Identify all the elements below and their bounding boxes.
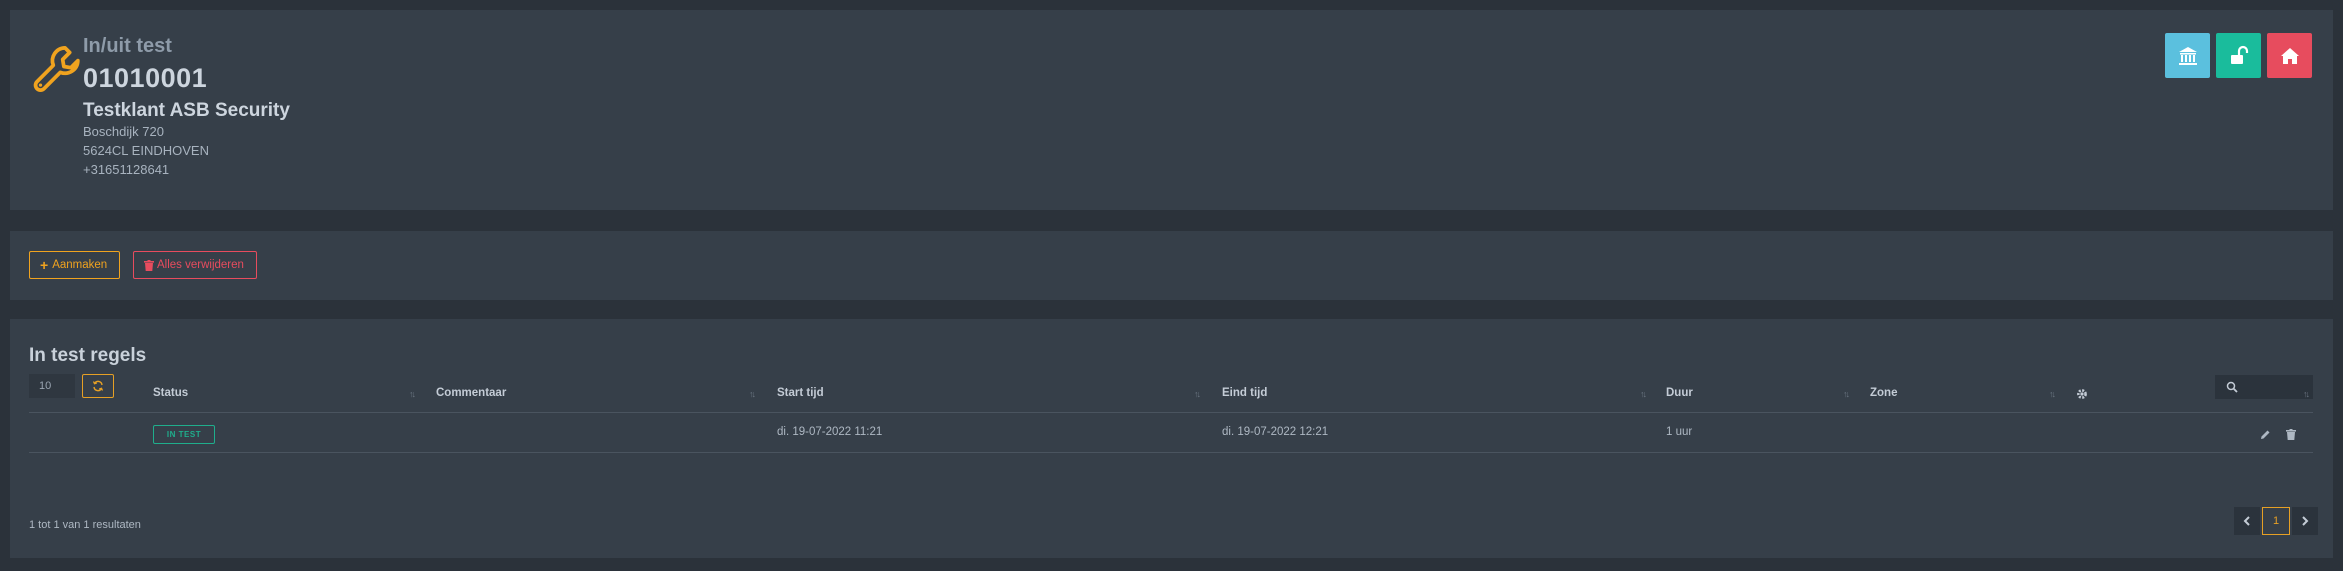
column-header-start-tijd[interactable]: Start tijd — [777, 387, 824, 399]
plus-icon: + — [40, 257, 49, 273]
delete-icon[interactable] — [2286, 429, 2296, 440]
cell-duur: 1 uur — [1666, 426, 1693, 438]
address-city: 5624CL EINDHOVEN — [83, 143, 209, 158]
status-badge: IN TEST — [153, 425, 215, 444]
chevron-left-icon — [2243, 516, 2250, 526]
table-panel: In test regels 10 Status ↑↓ Commentaar ↑… — [10, 319, 2333, 558]
column-header-zone[interactable]: Zone — [1870, 387, 1897, 399]
search-icon — [2226, 381, 2238, 393]
sort-icon[interactable]: ↑↓ — [1843, 389, 1850, 399]
cell-start-tijd: di. 19-07-2022 11:21 — [777, 426, 883, 438]
delete-all-label: Alles verwijderen — [157, 259, 244, 271]
column-header-eind-tijd[interactable]: Eind tijd — [1222, 387, 1267, 399]
column-header-status[interactable]: Status — [153, 387, 188, 399]
results-summary: 1 tot 1 van 1 resultaten — [29, 519, 141, 531]
phone-number: +31651128641 — [83, 162, 170, 177]
create-button-label: Aanmaken — [52, 259, 108, 271]
cell-eind-tijd: di. 19-07-2022 12:21 — [1222, 426, 1329, 438]
bank-button[interactable] — [2165, 33, 2210, 78]
create-button[interactable]: + Aanmaken — [29, 251, 120, 279]
sort-icon[interactable]: ↑↓ — [1640, 389, 1647, 399]
column-settings-icon[interactable] — [2076, 388, 2088, 400]
customer-name: Testklant ASB Security — [83, 100, 290, 121]
chevron-right-icon — [2302, 516, 2309, 526]
sort-icon[interactable]: ↑↓ — [2049, 389, 2056, 399]
refresh-icon — [92, 380, 104, 392]
sort-icon[interactable]: ↑↓ — [2303, 389, 2310, 399]
section-title: In test regels — [29, 345, 147, 366]
unlock-button[interactable] — [2216, 33, 2261, 78]
page-size-select[interactable]: 10 — [29, 374, 75, 398]
next-page-button[interactable] — [2292, 507, 2318, 535]
table-header-top-divider — [29, 412, 2313, 413]
refresh-button[interactable] — [82, 374, 114, 398]
bank-icon — [2178, 46, 2197, 65]
column-header-duur[interactable]: Duur — [1666, 387, 1693, 399]
page-title: In/uit test — [83, 35, 172, 57]
header-panel: In/uit test 01010001 Testklant ASB Secur… — [10, 10, 2333, 210]
sort-icon[interactable]: ↑↓ — [749, 389, 756, 399]
table-header-bottom-divider — [29, 452, 2313, 453]
actions-panel: + Aanmaken Alles verwijderen — [10, 231, 2333, 300]
unlock-icon — [2230, 45, 2248, 64]
home-icon — [2280, 47, 2299, 64]
prev-page-button[interactable] — [2234, 507, 2260, 535]
edit-icon[interactable] — [2260, 429, 2271, 440]
object-code: 01010001 — [83, 63, 208, 93]
home-button[interactable] — [2267, 33, 2312, 78]
page-number-button[interactable]: 1 — [2262, 507, 2290, 535]
delete-all-button[interactable]: Alles verwijderen — [133, 251, 257, 279]
search-button[interactable] — [2215, 375, 2249, 399]
wrench-icon — [33, 45, 80, 92]
address-street: Boschdijk 720 — [83, 124, 164, 139]
trash-icon — [144, 259, 154, 271]
column-header-commentaar[interactable]: Commentaar — [436, 387, 506, 399]
sort-icon[interactable]: ↑↓ — [1194, 389, 1201, 399]
sort-icon[interactable]: ↑↓ — [409, 389, 416, 399]
